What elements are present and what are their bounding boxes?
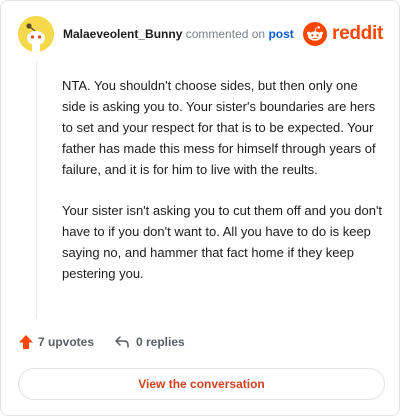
commented-on-text: commented on — [185, 27, 266, 41]
view-conversation-button[interactable]: View the conversation — [18, 368, 385, 400]
comment-header: Malaeveolent_Bunny commented on post red… — [18, 16, 383, 52]
reply-arrow-icon — [115, 336, 129, 348]
upvote-arrow-icon — [19, 335, 33, 349]
upvote-count: 7 upvotes — [38, 335, 95, 349]
view-conversation-label: View the conversation — [138, 377, 265, 391]
reddit-logo-icon — [303, 22, 328, 46]
user-avatar[interactable] — [18, 16, 54, 52]
reddit-wordmark: reddit — [332, 23, 383, 44]
username-link[interactable]: Malaeveolent_Bunny — [63, 27, 182, 41]
snoo-avatar-icon — [18, 16, 54, 52]
comment-paragraph: NTA. You shouldn't choose sides, but the… — [62, 78, 376, 177]
comment-body: NTA. You shouldn't choose sides, but the… — [62, 75, 384, 304]
comment-meta: Malaeveolent_Bunny commented on post — [63, 27, 294, 41]
comment-paragraph: Your sister isn't asking you to cut them… — [62, 203, 383, 281]
reply-control[interactable]: 0 replies — [114, 334, 185, 350]
upvote-control[interactable]: 7 upvotes — [18, 334, 94, 350]
reddit-brand[interactable]: reddit — [303, 20, 383, 48]
comment-embed-card: Malaeveolent_Bunny commented on post red… — [0, 0, 400, 416]
post-link[interactable]: post — [268, 27, 293, 41]
comment-footer: 7 upvotes 0 replies — [18, 334, 383, 354]
reply-count: 0 replies — [136, 335, 185, 349]
thread-line — [36, 61, 37, 319]
